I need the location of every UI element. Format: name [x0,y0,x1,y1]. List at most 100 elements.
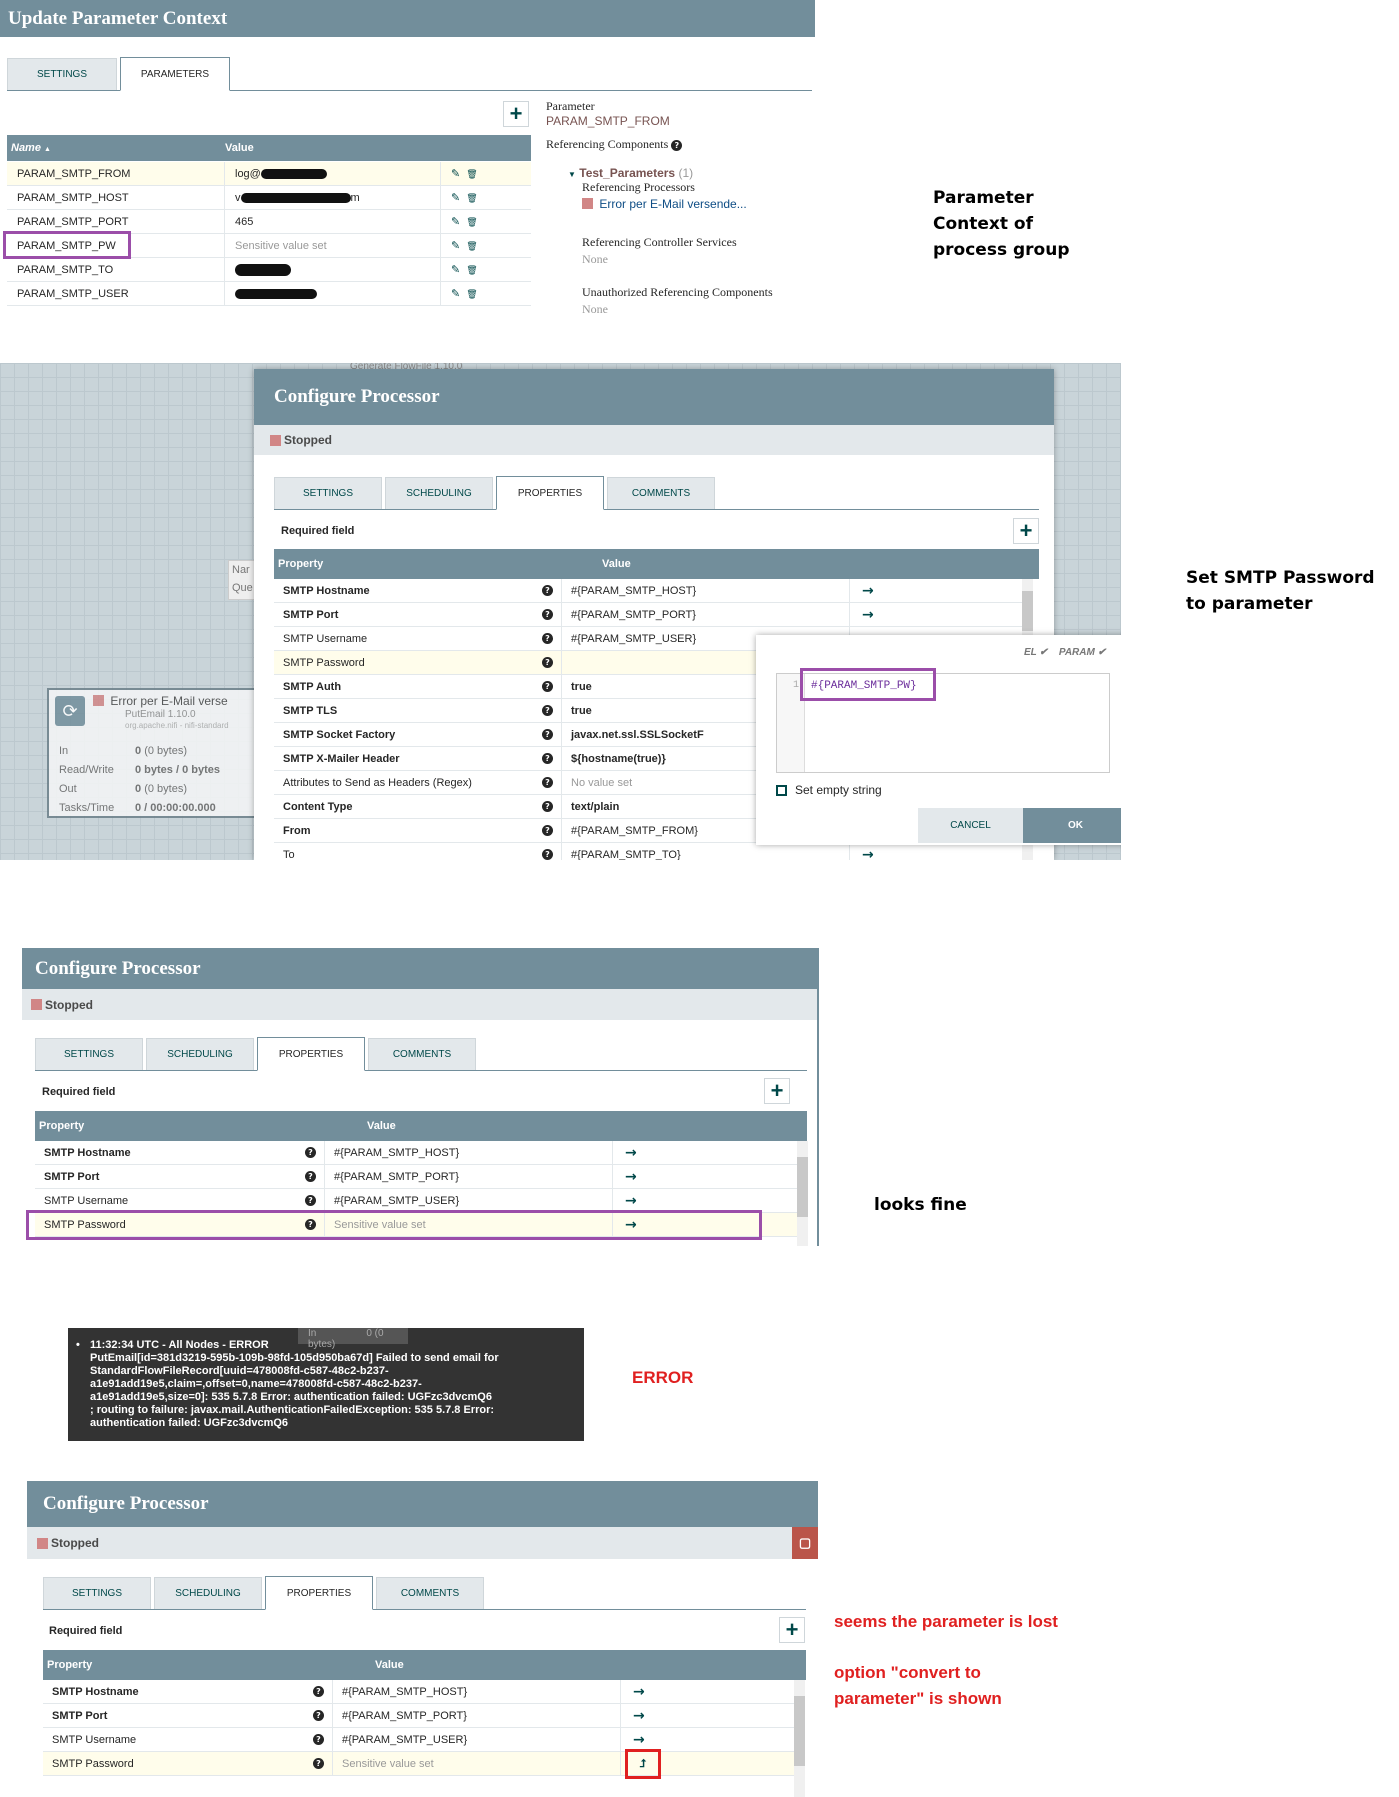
table-row[interactable]: PARAM_SMTP_USER ✎ 🗑 [7,282,531,306]
add-property-button[interactable]: + [764,1078,790,1104]
help-icon[interactable]: ? [313,1758,324,1769]
go-to-arrow-icon[interactable]: → [633,1732,645,1748]
property-value[interactable]: #{PARAM_SMTP_HOST} [333,1680,621,1703]
help-icon[interactable]: ? [542,753,553,764]
tab-settings[interactable]: SETTINGS [43,1577,151,1609]
trash-icon[interactable]: 🗑 [466,290,477,300]
pencil-icon[interactable]: ✎ [451,263,460,276]
checkbox[interactable] [776,784,787,796]
property-value[interactable]: #{PARAM_SMTP_HOST} [562,579,850,602]
help-icon[interactable]: ? [542,705,553,716]
go-to-arrow-icon[interactable]: → [625,1145,637,1161]
pencil-icon[interactable]: ✎ [451,287,460,300]
table-row[interactable]: PARAM_SMTP_TO ✎ 🗑 [7,258,531,282]
tab-comments[interactable]: COMMENTS [376,1577,484,1609]
cancel-button[interactable]: CANCEL [918,808,1023,843]
table-row[interactable]: SMTP Hostname? #{PARAM_SMTP_HOST} → [43,1680,794,1704]
property-value[interactable]: #{PARAM_SMTP_HOST} [325,1141,613,1164]
table-row[interactable]: PARAM_SMTP_HOST vm ✎ 🗑 [7,186,531,210]
pencil-icon[interactable]: ✎ [451,239,460,252]
table-row[interactable]: SMTP Hostname? #{PARAM_SMTP_HOST} → [274,579,1022,603]
trash-icon[interactable]: 🗑 [466,194,477,204]
help-icon[interactable]: ? [313,1710,324,1721]
go-to-arrow-icon[interactable]: → [862,583,874,599]
col-property-header[interactable]: Property [35,1120,367,1132]
pencil-icon[interactable]: ✎ [451,215,460,228]
tab-properties[interactable]: PROPERTIES [257,1037,365,1071]
go-to-arrow-icon[interactable]: → [625,1169,637,1185]
go-to-arrow-icon[interactable]: → [862,607,874,623]
trash-icon[interactable]: 🗑 [466,170,477,180]
help-icon[interactable]: ? [542,801,553,812]
table-row[interactable]: SMTP Hostname? #{PARAM_SMTP_HOST} → [35,1141,797,1165]
table-row[interactable]: To? #{PARAM_SMTP_TO} → [274,843,1022,860]
go-to-arrow-icon[interactable]: → [625,1193,637,1209]
tab-scheduling[interactable]: SCHEDULING [154,1577,262,1609]
trash-icon[interactable]: 🗑 [466,242,477,252]
help-icon[interactable]: ? [542,825,553,836]
trash-icon[interactable]: 🗑 [466,218,477,228]
help-icon[interactable]: ? [542,729,553,740]
table-row[interactable]: SMTP Port? #{PARAM_SMTP_PORT} → [274,603,1022,627]
help-icon[interactable]: ? [305,1171,316,1182]
help-icon[interactable]: ? [542,585,553,596]
table-row[interactable]: SMTP Port? #{PARAM_SMTP_PORT} → [35,1165,797,1189]
tab-scheduling[interactable]: SCHEDULING [385,477,493,509]
help-icon[interactable]: ? [542,657,553,668]
help-icon[interactable]: ? [305,1195,316,1206]
col-value-header[interactable]: Value [225,142,254,154]
pencil-icon[interactable]: ✎ [451,191,460,204]
set-empty-string-option[interactable]: Set empty string [776,783,882,797]
tab-properties[interactable]: PROPERTIES [496,476,604,510]
referencing-processor-link[interactable]: Error per E-Mail versende... [582,197,811,211]
help-icon[interactable]: ? [313,1686,324,1697]
ok-button[interactable]: OK [1023,808,1121,843]
col-value-header[interactable]: Value [367,1120,396,1132]
process-group-ref[interactable]: ▼ Test_Parameters (1) [568,166,811,180]
tab-parameters[interactable]: PARAMETERS [120,57,230,91]
help-icon[interactable]: ? [542,777,553,788]
add-parameter-button[interactable]: + [503,101,529,127]
col-property-header[interactable]: Property [274,558,602,570]
tab-settings[interactable]: SETTINGS [274,477,382,509]
help-icon[interactable]: ? [305,1147,316,1158]
bulletin-indicator-icon[interactable]: ▢ [792,1527,818,1559]
property-value[interactable]: #{PARAM_SMTP_PORT} [325,1165,613,1188]
add-property-button[interactable]: + [779,1617,805,1643]
property-value[interactable]: #{PARAM_SMTP_PORT} [333,1704,621,1727]
help-icon[interactable]: ? [313,1734,324,1745]
table-row[interactable]: SMTP Username?#{PARAM_SMTP_USER} → [43,1728,794,1752]
table-row[interactable]: SMTP Port? #{PARAM_SMTP_PORT} → [43,1704,794,1728]
tab-properties[interactable]: PROPERTIES [265,1576,373,1610]
pencil-icon[interactable]: ✎ [451,167,460,180]
scrollbar[interactable] [797,1141,808,1246]
add-property-button[interactable]: + [1013,518,1039,544]
table-row[interactable]: SMTP Password? Sensitive value set ⮥ [43,1748,794,1779]
col-value-header[interactable]: Value [602,558,631,570]
go-to-arrow-icon[interactable]: → [862,847,874,861]
go-to-arrow-icon[interactable]: → [633,1708,645,1724]
col-property-header[interactable]: Property [43,1659,375,1671]
help-icon[interactable]: ? [542,633,553,644]
convert-to-parameter-icon[interactable]: ⮥ [625,1748,661,1779]
col-name-header[interactable]: Name ▲ [7,142,225,154]
help-icon[interactable]: ? [542,849,553,860]
tab-settings[interactable]: SETTINGS [35,1038,143,1070]
scrollbar[interactable] [794,1680,805,1797]
tab-comments[interactable]: COMMENTS [607,477,715,509]
help-icon[interactable]: ? [542,609,553,620]
help-icon[interactable]: ? [671,140,683,151]
property-value[interactable]: #{PARAM_SMTP_TO} [562,843,850,860]
property-value[interactable]: #{PARAM_SMTP_USER} [333,1728,621,1751]
property-value[interactable]: #{PARAM_SMTP_USER} [325,1189,613,1212]
trash-icon[interactable]: 🗑 [466,266,477,276]
table-row[interactable]: PARAM_SMTP_FROM log@ ✎ 🗑 [7,162,531,186]
tab-comments[interactable]: COMMENTS [368,1038,476,1070]
help-icon[interactable]: ? [542,681,553,692]
tab-scheduling[interactable]: SCHEDULING [146,1038,254,1070]
col-value-header[interactable]: Value [375,1659,404,1671]
property-value[interactable]: Sensitive value set [333,1752,621,1775]
property-value[interactable]: #{PARAM_SMTP_PORT} [562,603,850,626]
go-to-arrow-icon[interactable]: → [633,1684,645,1700]
tab-settings[interactable]: SETTINGS [7,58,117,90]
